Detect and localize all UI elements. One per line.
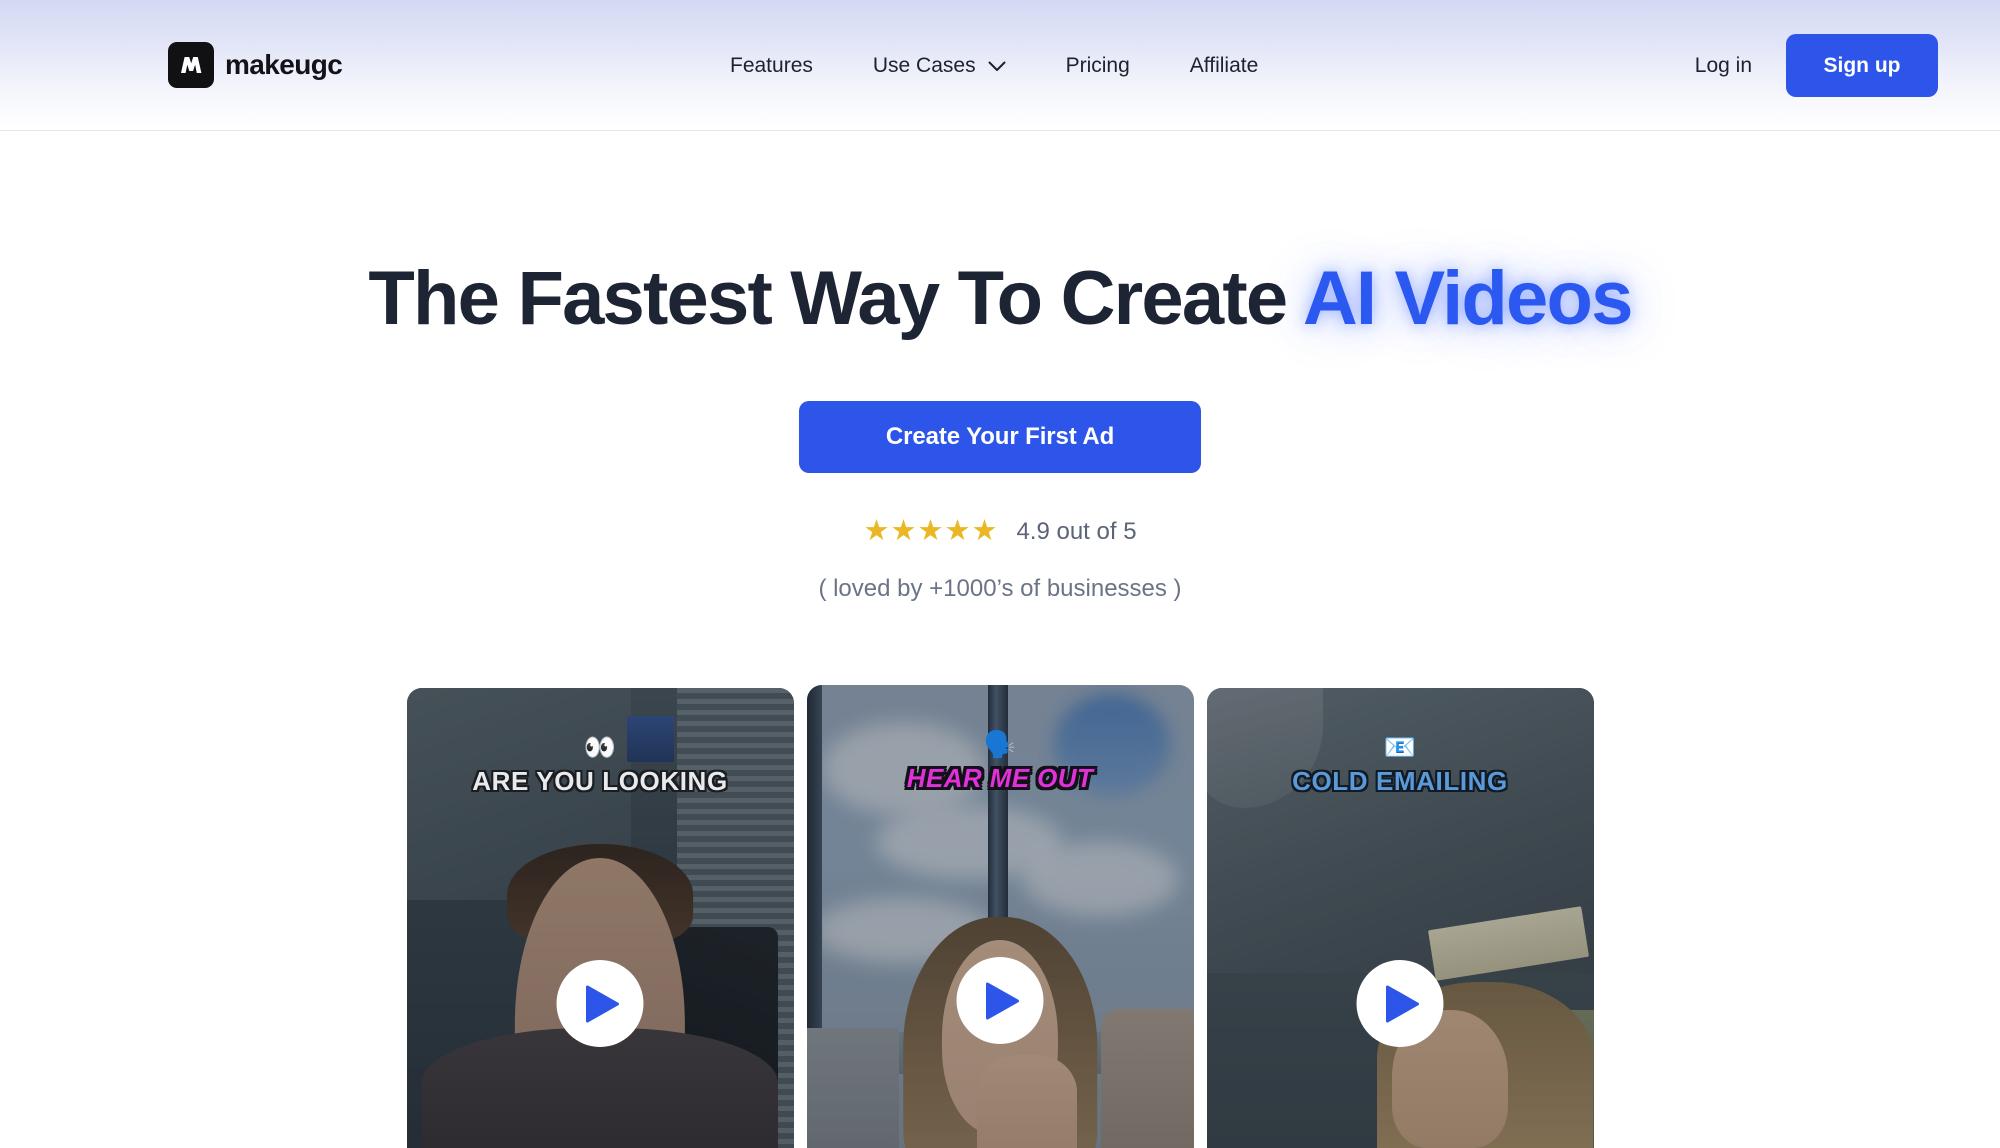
nav-item-label: Features [730,54,813,77]
nav-item-label: Use Cases [872,54,976,77]
social-proof-text: ( loved by +1000’s of businesses ) [818,575,1182,603]
nav-item-use-cases[interactable]: Use Cases [843,45,1036,86]
play-icon [981,982,1020,1020]
chevron-down-icon [988,61,1006,72]
signup-button[interactable]: Sign up [1786,34,1938,97]
nav-item-pricing[interactable]: Pricing [1036,45,1160,86]
star-rating-icon: ★★★★★ [863,515,999,548]
nav-item-label: Pricing [1065,54,1130,77]
landing-page: makeugc Features Use Cases Pricing Affil… [0,0,2000,1148]
nav-item-affiliate[interactable]: Affiliate [1160,45,1289,86]
play-button[interactable] [956,957,1044,1044]
play-button[interactable] [1356,960,1444,1047]
makeugc-logo-icon [168,42,214,88]
video-thumbnail [406,688,794,1148]
rating-row: ★★★★★ 4.9 out of 5 [0,517,2000,546]
video-showcase: 👀 ARE YOU LOOKING 🗣️ HEAR ME OUT 📧 COLD … [0,685,2000,1148]
main-nav: Features Use Cases Pricing Affiliate [700,0,1288,131]
site-header: makeugc Features Use Cases Pricing Affil… [0,0,2000,131]
play-icon [1381,985,1420,1023]
nav-item-label: Affiliate [1189,54,1259,77]
rating-value-text: 4.9 out of 5 [1016,517,1137,545]
video-thumbnail [1206,688,1594,1148]
logo-text: makeugc [225,49,343,80]
logo-makeugc[interactable]: makeugc [168,42,343,88]
video-card[interactable]: 🗣️ HEAR ME OUT [806,685,1194,1148]
play-button[interactable] [556,960,644,1047]
header-actions: Log in Sign up [1661,0,1938,131]
hero-cta-wrap: Create Your First Ad [0,401,2000,474]
login-link[interactable]: Log in [1661,45,1786,86]
create-first-ad-button[interactable]: Create Your First Ad [799,401,1201,474]
hero-title-plain: The Fastest Way To Create [368,256,1303,341]
video-thumbnail [806,685,1194,1148]
page-title: The Fastest Way To Create AI Videos [0,256,2000,341]
video-card[interactable]: 👀 ARE YOU LOOKING [406,688,794,1148]
play-icon [581,985,620,1023]
video-card[interactable]: 📧 COLD EMAILING [1206,688,1594,1148]
nav-item-features[interactable]: Features [700,45,843,86]
hero-title-accent: AI Videos [1302,256,1634,341]
hero-section: The Fastest Way To Create AI Videos Crea… [0,131,2000,601]
